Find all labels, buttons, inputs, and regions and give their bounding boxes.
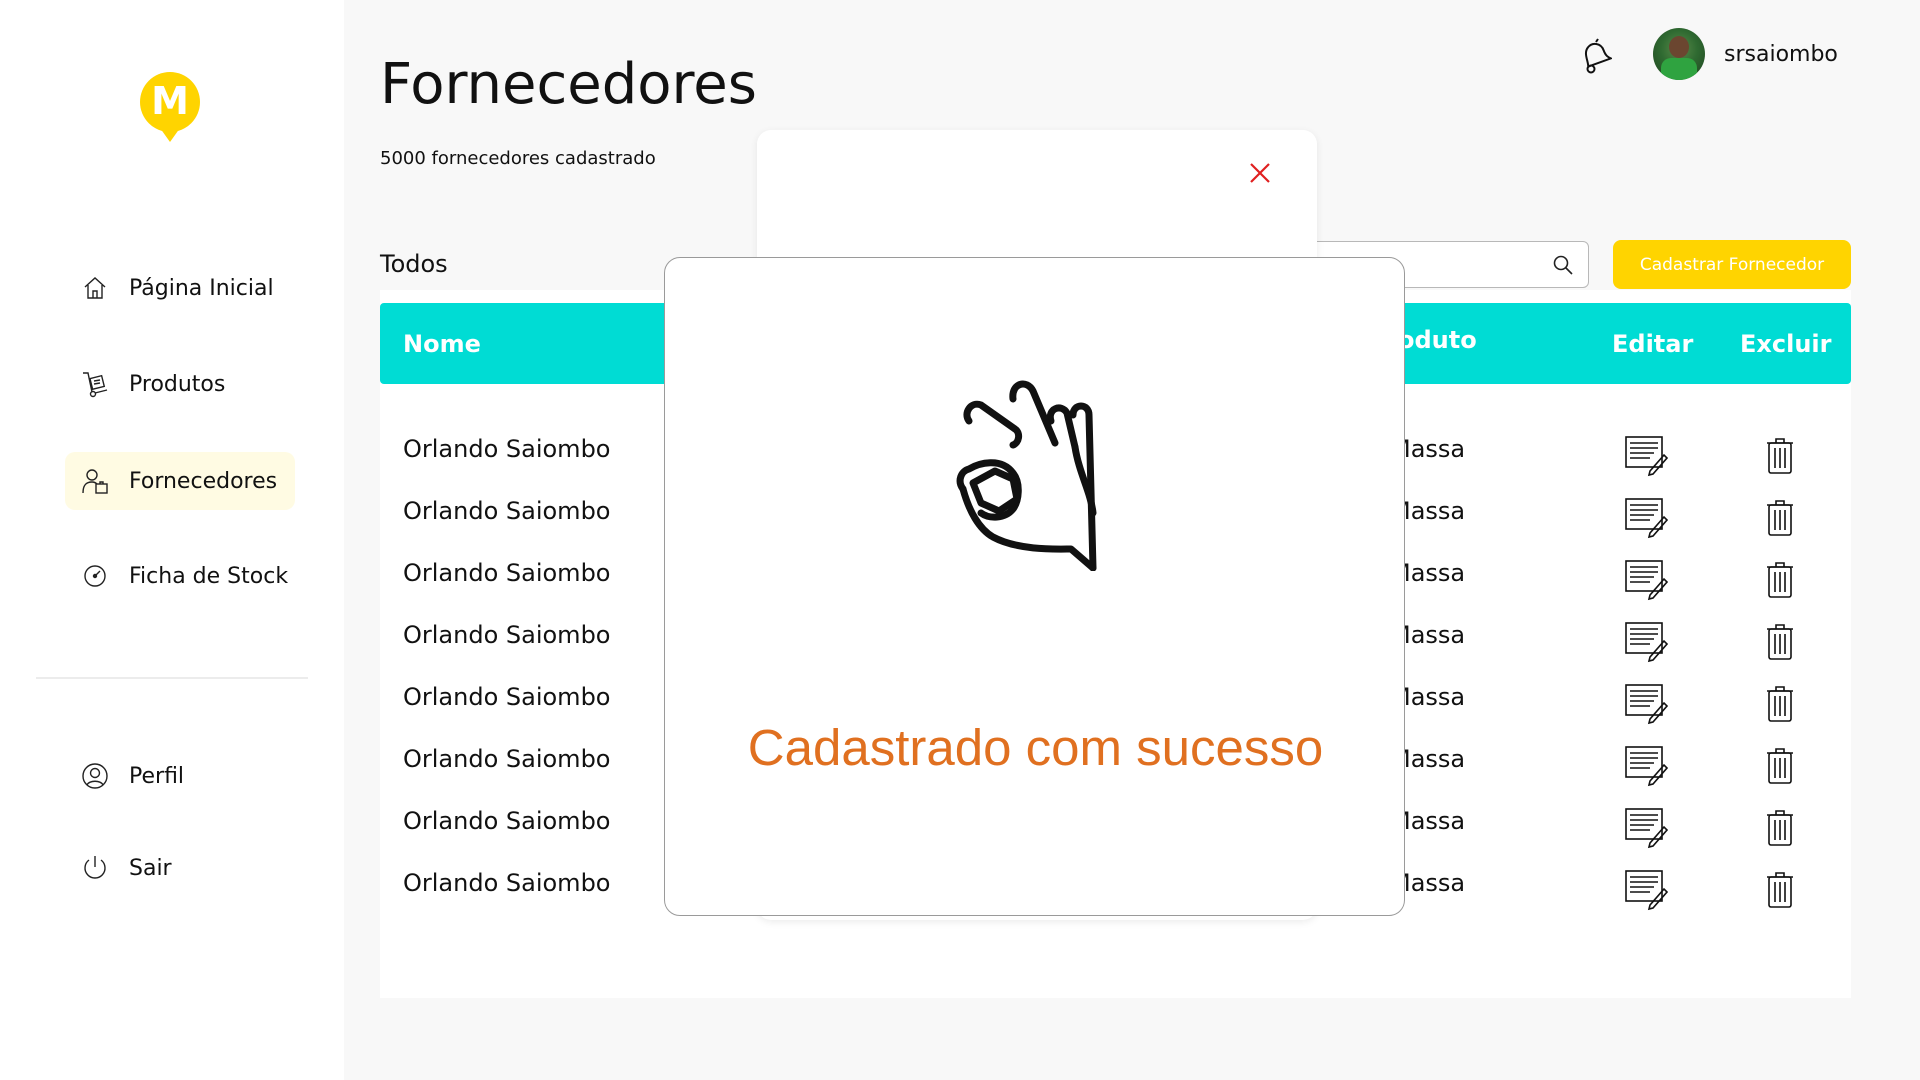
edit-icon[interactable] (1624, 807, 1669, 849)
edit-icon[interactable] (1624, 869, 1669, 911)
nav-label: Fornecedores (129, 468, 278, 494)
sidebar: M Página Inicial Produtos Fornecedores F… (0, 0, 344, 1080)
sidebar-divider (36, 677, 308, 679)
home-icon (81, 274, 109, 302)
close-icon[interactable] (1245, 158, 1275, 188)
search-icon[interactable] (1552, 254, 1574, 276)
cell-name: Orlando Saiombo (403, 559, 611, 587)
trash-icon[interactable] (1765, 747, 1795, 785)
cell-name: Orlando Saiombo (403, 497, 611, 525)
svg-text:M: M (151, 79, 189, 123)
success-message: Cadastrado com sucesso (747, 719, 1324, 776)
nav-item-fornecedores[interactable]: Fornecedores (65, 452, 295, 510)
supplier-count: 5000 fornecedores cadastrado (380, 148, 656, 169)
dolly-icon (81, 370, 109, 398)
trash-icon[interactable] (1765, 809, 1795, 847)
edit-icon[interactable] (1624, 559, 1669, 601)
user-circle-icon (81, 762, 109, 790)
notification-bell-icon[interactable] (1576, 36, 1614, 76)
edit-icon[interactable] (1624, 745, 1669, 787)
cell-name: Orlando Saiombo (403, 621, 611, 649)
trash-icon[interactable] (1765, 499, 1795, 537)
cell-name: Orlando Saiombo (403, 683, 611, 711)
trash-icon[interactable] (1765, 561, 1795, 599)
trash-icon[interactable] (1765, 623, 1795, 661)
column-header-product[interactable]: oduto (1398, 299, 1477, 380)
nav-label: Sair (129, 855, 172, 881)
success-modal: Cadastrado com sucesso (664, 257, 1405, 916)
cell-name: Orlando Saiombo (403, 435, 611, 463)
nav-label: Produtos (129, 371, 226, 397)
trash-icon[interactable] (1765, 437, 1795, 475)
edit-icon[interactable] (1624, 435, 1669, 477)
nav-item-perfil[interactable]: Perfil (65, 747, 295, 805)
nav-item-sair[interactable]: Sair (65, 839, 295, 897)
nav-label: Página Inicial (129, 275, 274, 301)
power-icon (81, 854, 109, 882)
username[interactable]: srsaiombo (1724, 42, 1838, 67)
edit-icon[interactable] (1624, 683, 1669, 725)
cell-name: Orlando Saiombo (403, 745, 611, 773)
app-logo[interactable]: M (138, 70, 202, 144)
page-title: Fornecedores (380, 52, 757, 117)
gauge-icon (81, 562, 109, 590)
edit-icon[interactable] (1624, 621, 1669, 663)
column-header-name[interactable]: Nome (403, 303, 481, 384)
column-header-edit: Editar (1612, 329, 1694, 358)
nav-label: Ficha de Stock (129, 563, 289, 589)
nav-item-ficha-de-stock[interactable]: Ficha de Stock (65, 547, 295, 605)
trash-icon[interactable] (1765, 685, 1795, 723)
nav-item-pagina-inicial[interactable]: Página Inicial (65, 259, 295, 317)
add-supplier-button[interactable]: Cadastrar Fornecedor (1613, 240, 1851, 289)
filter-all[interactable]: Todos (380, 250, 448, 278)
supplier-icon (81, 467, 109, 495)
column-header-delete: Excluir (1740, 329, 1832, 358)
nav-label: Perfil (129, 763, 185, 789)
avatar[interactable] (1653, 28, 1705, 80)
nav-item-produtos[interactable]: Produtos (65, 355, 295, 413)
trash-icon[interactable] (1765, 871, 1795, 909)
edit-icon[interactable] (1624, 497, 1669, 539)
ok-hand-icon (955, 373, 1105, 572)
cell-name: Orlando Saiombo (403, 807, 611, 835)
cell-name: Orlando Saiombo (403, 869, 611, 897)
